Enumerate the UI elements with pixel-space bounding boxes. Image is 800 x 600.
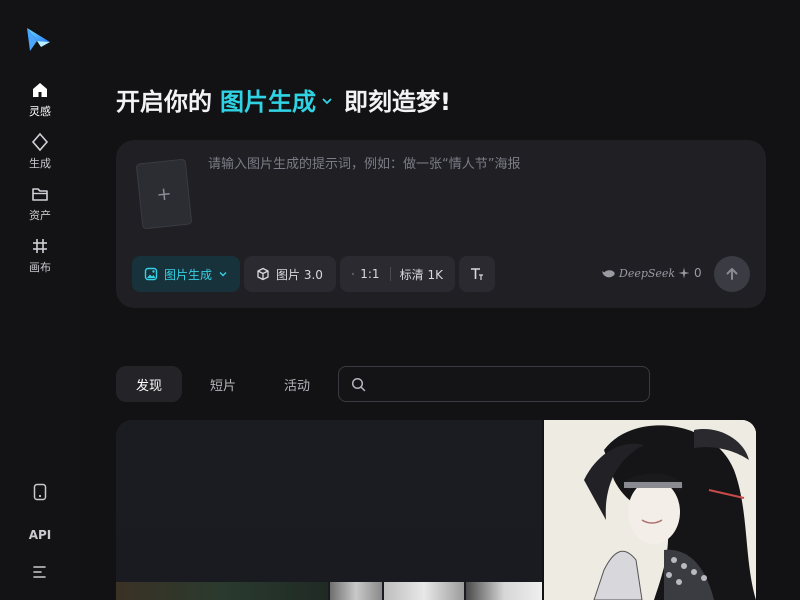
gallery-thumb[interactable]	[116, 582, 328, 600]
plus-icon: +	[155, 182, 173, 206]
ratio-quality-button[interactable]: 1:1 标清 1K	[340, 256, 455, 292]
chevron-down-icon	[219, 272, 227, 277]
model-select-button[interactable]: 图片 3.0	[244, 256, 336, 292]
arrow-up-icon	[726, 268, 738, 280]
tab-discover[interactable]: 发现	[116, 366, 182, 402]
menu-icon[interactable]	[0, 562, 80, 582]
sparkle-icon	[678, 267, 690, 279]
gallery-card-portrait[interactable]	[544, 420, 756, 600]
sidebar-item-label: 生成	[29, 157, 51, 170]
model-select-label: 图片 3.0	[276, 267, 323, 282]
ink-portrait-image	[544, 420, 756, 600]
sidebar-item-label: 灵感	[29, 105, 51, 118]
send-button[interactable]	[714, 256, 750, 292]
sidebar-item-label: 画布	[29, 261, 51, 274]
tab-label: 短片	[209, 378, 236, 394]
title-suffix: 即刻造梦!	[344, 87, 451, 116]
tablet-icon[interactable]	[0, 482, 80, 502]
add-reference-image-button[interactable]: +	[135, 158, 193, 230]
api-link[interactable]: API	[0, 524, 80, 543]
tab-events[interactable]: 活动	[264, 366, 330, 402]
quality-label: 标清 1K	[399, 267, 443, 282]
tab-label: 发现	[135, 378, 162, 394]
text-style-button[interactable]	[459, 256, 495, 292]
search-box	[338, 366, 650, 402]
page-title: 开启你的 图片生成 即刻造梦!	[116, 82, 451, 116]
tab-label: 活动	[283, 378, 310, 394]
image-mode-icon	[144, 267, 158, 281]
home-icon	[33, 83, 47, 97]
gallery-thumb[interactable]	[330, 582, 382, 600]
text-style-icon	[471, 268, 483, 280]
api-label: API	[28, 528, 52, 542]
sidebar-item-canvas[interactable]: 画布	[0, 236, 80, 275]
cube-icon	[257, 267, 269, 281]
sidebar: 灵感 生成 资产 画布 API	[0, 0, 80, 600]
sidebar-item-label: 资产	[29, 209, 51, 222]
prompt-card: + 图片生成 图片 3.0 1:1 标清 1K	[116, 140, 766, 308]
canvas-grid-icon	[33, 239, 47, 253]
folder-icon	[32, 188, 48, 201]
sidebar-item-generate[interactable]: 生成	[0, 132, 80, 171]
gallery-thumb[interactable]	[384, 582, 464, 600]
mode-select-button[interactable]: 图片生成	[132, 256, 240, 292]
deepseek-label: DeepSeek	[619, 267, 676, 280]
title-prefix: 开启你的	[116, 87, 212, 116]
prompt-input[interactable]	[208, 154, 738, 234]
sidebar-item-assets[interactable]: 资产	[0, 184, 80, 223]
ratio-label: 1:1	[360, 267, 380, 281]
tab-shorts[interactable]: 短片	[190, 366, 256, 402]
diamond-icon	[31, 132, 49, 152]
mode-switcher[interactable]: 图片生成	[220, 82, 316, 117]
deepseek-toggle[interactable]: DeepSeek	[602, 267, 675, 280]
credits-value: 0	[694, 266, 702, 280]
paper-plane-logo-icon[interactable]	[24, 26, 52, 54]
credits-counter: 0	[678, 266, 702, 280]
search-icon	[351, 377, 366, 392]
gallery-card-large[interactable]	[116, 420, 542, 600]
square-ratio-icon	[352, 273, 355, 275]
sidebar-item-inspiration[interactable]: 灵感	[0, 80, 80, 119]
whale-icon	[602, 269, 615, 277]
mode-select-label: 图片生成	[163, 267, 212, 282]
chevron-down-icon[interactable]	[320, 94, 334, 108]
search-input[interactable]	[375, 367, 641, 401]
gallery-thumb[interactable]	[466, 582, 542, 600]
